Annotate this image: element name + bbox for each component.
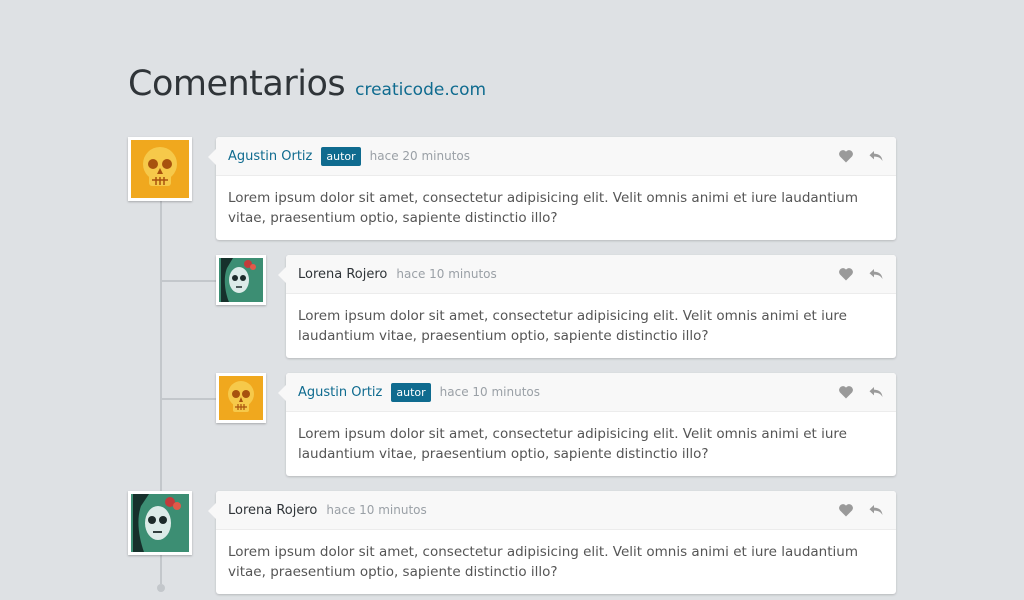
- comment-text: Lorem ipsum dolor sit amet, consectetur …: [298, 426, 847, 462]
- author-badge: autor: [321, 146, 361, 166]
- avatar[interactable]: [128, 137, 192, 201]
- comment-author[interactable]: Lorena Rojero: [228, 503, 317, 518]
- comment-card: Agustin Ortiz autor hace 10 minutos Lore…: [278, 373, 896, 476]
- heart-icon[interactable]: [838, 384, 854, 400]
- comment-header: Agustin Ortiz autor hace 20 minutos: [216, 137, 896, 176]
- comment-author[interactable]: Lorena Rojero: [298, 267, 387, 282]
- avatar[interactable]: [128, 491, 192, 555]
- comment-author[interactable]: Agustin Ortiz: [228, 149, 312, 164]
- thread-end-dot: [157, 584, 165, 592]
- thread-branch: [162, 398, 216, 400]
- comment-text: Lorem ipsum dolor sit amet, consectetur …: [298, 308, 847, 344]
- reply-icon[interactable]: [868, 502, 884, 518]
- comment-text: Lorem ipsum dolor sit amet, consectetur …: [228, 544, 858, 580]
- page-heading: Comentarios: [128, 64, 346, 104]
- comment-header: Agustin Ortiz autor hace 10 minutos: [286, 373, 896, 412]
- avatar[interactable]: [216, 255, 266, 305]
- reply-icon[interactable]: [868, 148, 884, 164]
- heart-icon[interactable]: [838, 266, 854, 282]
- reply-icon[interactable]: [868, 384, 884, 400]
- comment-time: hace 10 minutos: [396, 267, 497, 281]
- skull-avatar-image: [219, 376, 263, 420]
- comment-card: Lorena Rojero hace 10 minutos Lorem ipsu…: [208, 491, 896, 594]
- comment-time: hace 20 minutos: [369, 149, 471, 163]
- reply-icon[interactable]: [868, 266, 884, 282]
- heart-icon[interactable]: [838, 502, 854, 518]
- comment-time: hace 10 minutos: [326, 503, 427, 517]
- page-title: Comentarios creaticode.com: [128, 64, 486, 104]
- comment-card: Lorena Rojero hace 10 minutos Lorem ipsu…: [278, 255, 896, 358]
- comment-header: Lorena Rojero hace 10 minutos: [286, 255, 896, 294]
- catrina-avatar-image: [219, 258, 263, 302]
- comment-time: hace 10 minutos: [439, 385, 541, 399]
- comment-text: Lorem ipsum dolor sit amet, consectetur …: [228, 190, 858, 226]
- author-badge: autor: [391, 382, 431, 402]
- site-link[interactable]: creaticode.com: [355, 80, 486, 100]
- comment-header: Lorena Rojero hace 10 minutos: [216, 491, 896, 530]
- comment-card: Agustin Ortiz autor hace 20 minutos Lore…: [208, 137, 896, 240]
- heart-icon[interactable]: [838, 148, 854, 164]
- avatar[interactable]: [216, 373, 266, 423]
- comment-author[interactable]: Agustin Ortiz: [298, 385, 382, 400]
- catrina-avatar-image: [131, 494, 189, 552]
- thread-branch: [162, 280, 216, 282]
- skull-avatar-image: [131, 140, 189, 198]
